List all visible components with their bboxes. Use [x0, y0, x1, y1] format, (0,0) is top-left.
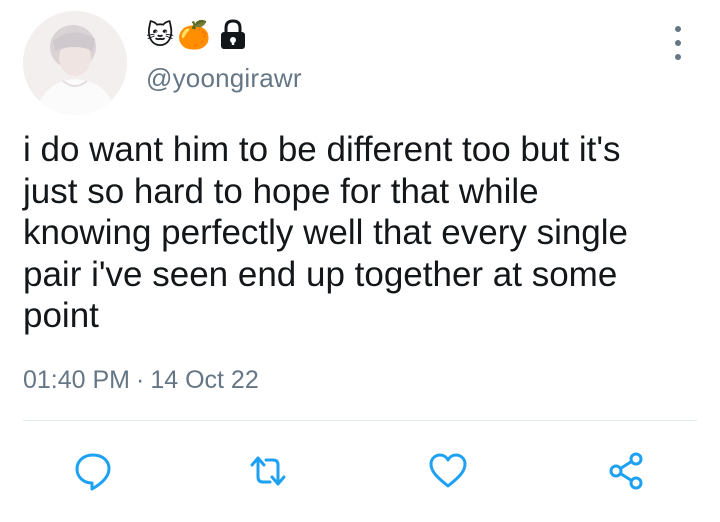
- timestamp: 01:40 PM · 14 Oct 22: [23, 366, 259, 395]
- more-dot: [675, 26, 681, 32]
- heart-icon: [429, 453, 467, 488]
- timestamp-separator: ·: [136, 366, 145, 394]
- user-handle[interactable]: @yoongirawr: [146, 63, 302, 94]
- action-bar: [0, 446, 720, 496]
- reply-icon: [75, 453, 111, 491]
- more-vertical-icon[interactable]: [668, 26, 688, 60]
- divider: [23, 420, 697, 421]
- avatar[interactable]: [23, 11, 127, 115]
- display-name[interactable]: 🐱 🍊: [146, 17, 248, 53]
- share-icon: [609, 452, 643, 490]
- more-dot: [675, 54, 681, 60]
- like-button[interactable]: [423, 446, 473, 496]
- share-button[interactable]: [601, 446, 651, 496]
- tweet-time: 01:40 PM: [23, 366, 131, 394]
- reply-button[interactable]: [68, 446, 118, 496]
- tweet-date: 14 Oct 22: [150, 366, 259, 394]
- retweet-icon: [250, 456, 286, 486]
- retweet-button[interactable]: [243, 446, 293, 496]
- cat-emoji: 🐱: [146, 19, 175, 50]
- avatar-image: [23, 11, 127, 115]
- more-dot: [675, 40, 681, 46]
- orange-emoji: 🍊: [177, 19, 211, 50]
- lock-icon: [218, 19, 248, 51]
- tweet-text: i do want him to be different too but it…: [23, 130, 629, 335]
